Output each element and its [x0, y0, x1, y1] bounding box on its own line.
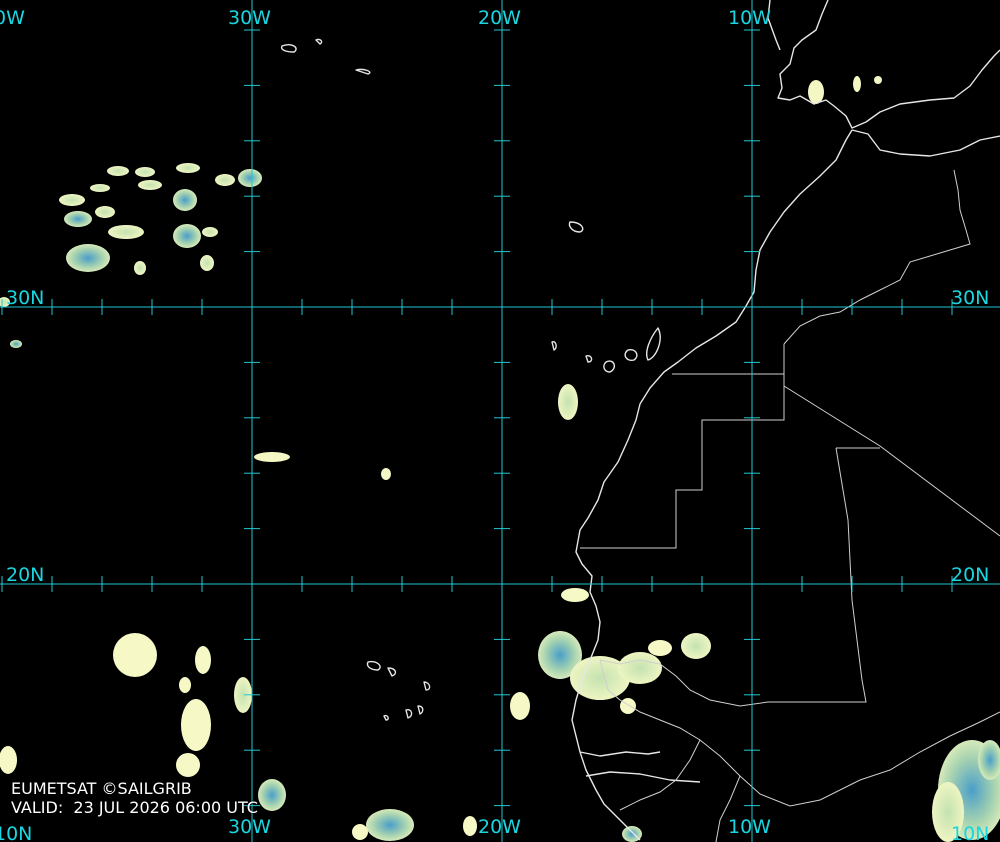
border-layer	[580, 169, 1000, 842]
label-top-10w: 10W	[728, 7, 771, 29]
label-right-30n: 30N	[951, 287, 989, 309]
label-top-40w: 0W	[0, 7, 25, 29]
label-right-20n: 20N	[951, 564, 989, 586]
label-left-20n: 20N	[6, 564, 44, 586]
grid-ticks	[1, 29, 953, 807]
lat-lon-grid	[0, 0, 1000, 842]
label-bottom-40w: 10N	[0, 823, 32, 842]
map-canvas: 0W 30W 20W 10W 30N 30N 20N 20N 10N 30W 2…	[0, 0, 1000, 842]
cloud-layer	[0, 76, 1000, 842]
valid-time: VALID: 23 JUL 2026 06:00 UTC	[11, 798, 258, 817]
label-bottom-20w: 20W	[478, 816, 521, 838]
grid-labels: 0W 30W 20W 10W 30N 30N 20N 20N 10N 30W 2…	[0, 7, 989, 842]
label-bottom-right: 10N	[951, 823, 989, 842]
coastline-layer	[280, 0, 1000, 841]
label-top-30w: 30W	[228, 7, 271, 29]
label-bottom-30w: 30W	[228, 816, 271, 838]
satellite-map: 0W 30W 20W 10W 30N 30N 20N 20N 10N 30W 2…	[0, 0, 1000, 842]
credit-source: EUMETSAT ©SAILGRIB	[11, 779, 192, 798]
label-bottom-10w: 10W	[728, 816, 771, 838]
label-top-20w: 20W	[478, 7, 521, 29]
label-left-30n: 30N	[6, 287, 44, 309]
